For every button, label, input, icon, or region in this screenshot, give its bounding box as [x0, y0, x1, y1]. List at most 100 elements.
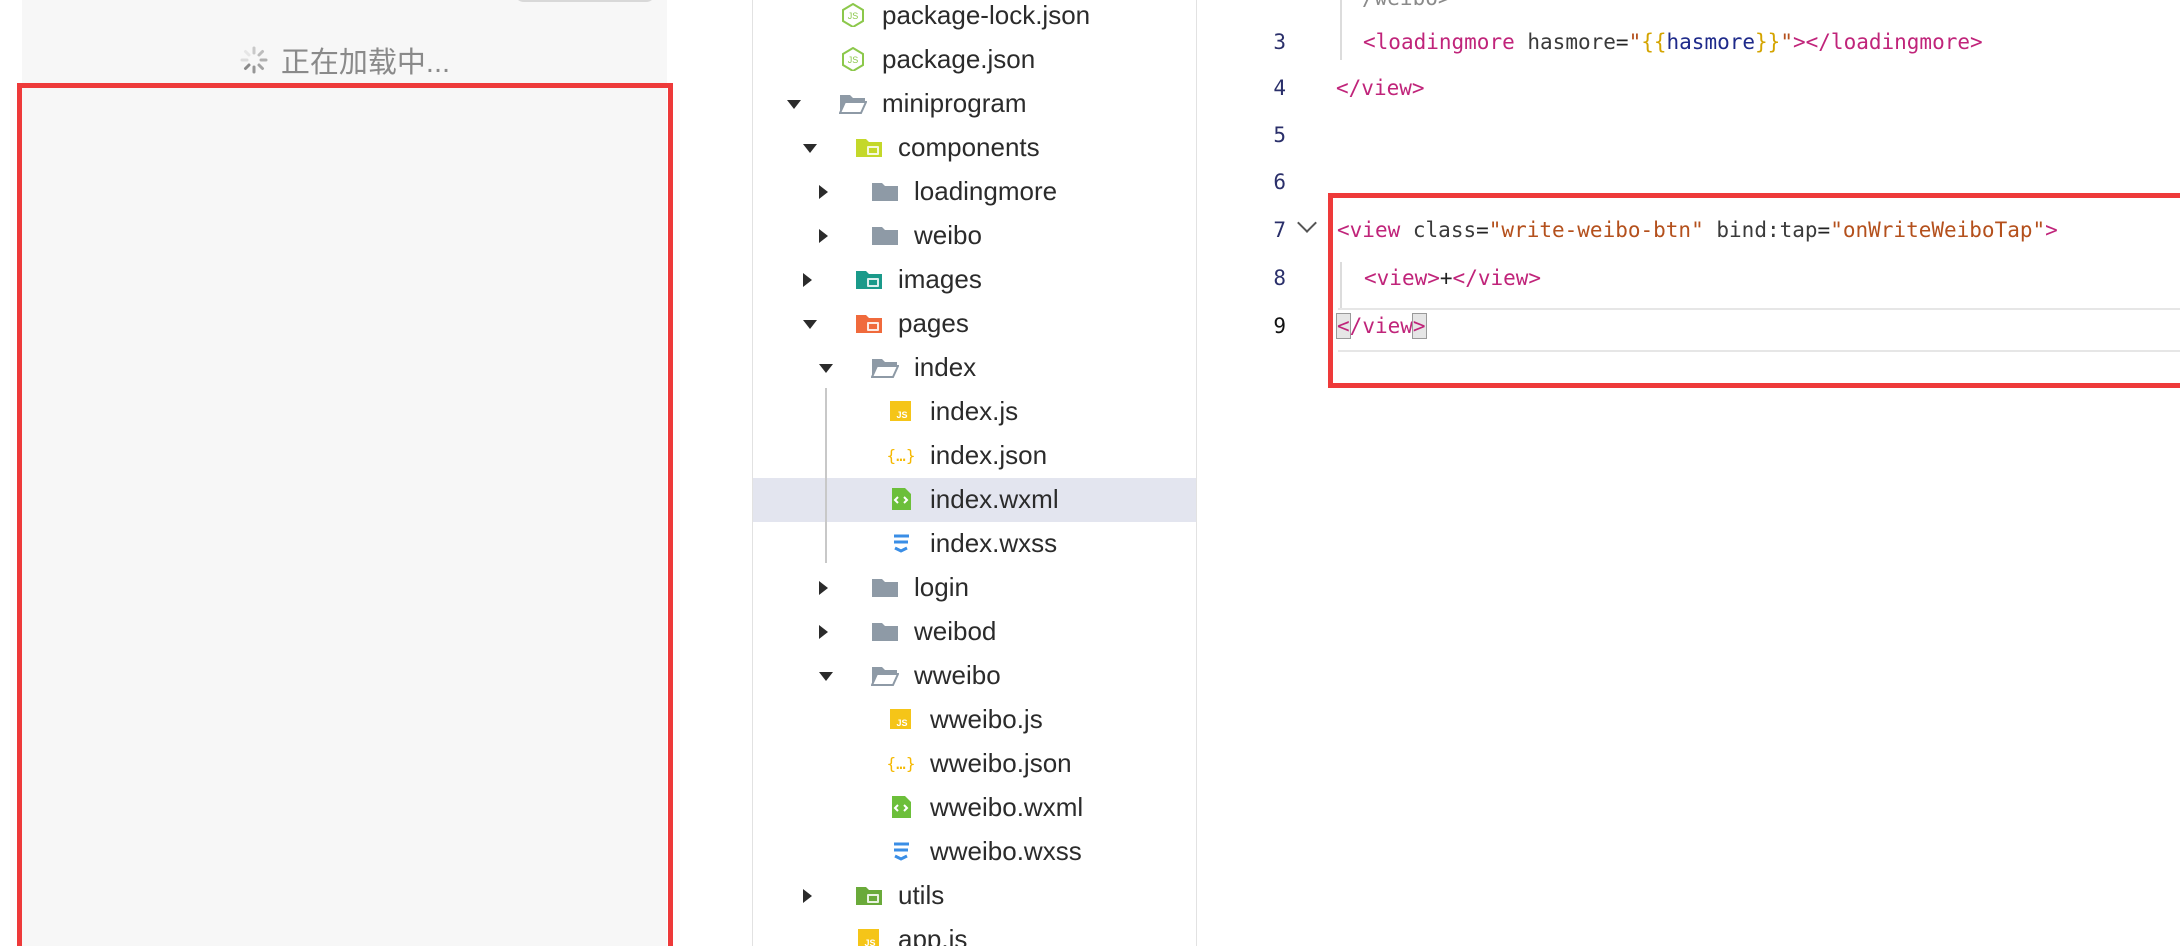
caret-right-icon[interactable]	[819, 229, 828, 243]
tree-item-label: wweibo.json	[930, 748, 1072, 778]
svg-text:JS: JS	[896, 410, 907, 420]
tree-item-label: package.json	[882, 44, 1036, 74]
tree-item-label: wweibo.wxss	[930, 836, 1082, 866]
utils-folder-icon	[855, 883, 883, 907]
line-number: 3	[1273, 30, 1286, 54]
caret-down-icon[interactable]	[819, 672, 833, 681]
folder-icon	[871, 575, 899, 599]
tree-folder-wweibo[interactable]: wweibo	[753, 654, 1196, 698]
tree-file-package-lock-json[interactable]: JS package-lock.json	[753, 0, 1196, 38]
caret-down-icon[interactable]	[803, 144, 817, 153]
js-file-icon: JS	[887, 399, 915, 423]
nodejs-file-icon: JS	[839, 46, 867, 73]
images-folder-icon	[855, 267, 883, 291]
pages-folder-icon	[855, 311, 883, 335]
folder-icon	[871, 619, 899, 643]
line-number: 8	[1273, 266, 1286, 290]
tree-file-index-wxml[interactable]: index.wxml	[753, 478, 1196, 522]
tree-folder-miniprogram[interactable]: miniprogram	[753, 82, 1196, 126]
json-file-icon: {…}	[887, 443, 916, 467]
line-number: 6	[1273, 170, 1286, 194]
simulator-panel: 正在加载中...	[0, 0, 756, 946]
code-line-4: </view>	[1336, 76, 1425, 100]
folder-icon	[871, 223, 899, 247]
loading-text: 正在加载中...	[280, 47, 451, 79]
tree-item-label: pages	[898, 308, 969, 338]
tree-file-index-json[interactable]: {…} index.json	[753, 434, 1196, 478]
tree-item-label: index	[914, 352, 977, 382]
svg-text:JS: JS	[864, 938, 875, 946]
folder-open-icon	[870, 355, 900, 379]
tree-indent-guide	[825, 388, 827, 563]
tree-item-label: weibo	[914, 220, 982, 250]
tree-folder-index[interactable]: index	[753, 346, 1196, 390]
folder-icon	[871, 179, 899, 203]
tree-file-app-js[interactable]: JS app.js	[753, 918, 1196, 946]
caret-right-icon[interactable]	[803, 273, 812, 287]
nodejs-file-icon: JS	[839, 2, 867, 29]
tree-item-label: package-lock.json	[882, 0, 1091, 30]
svg-text:JS: JS	[848, 55, 859, 65]
folder-open-icon	[870, 663, 900, 687]
svg-text:{…}: {…}	[887, 754, 915, 773]
tree-file-wweibo-json[interactable]: {…} wweibo.json	[753, 742, 1196, 786]
code-editor[interactable]: /weibo> 3 <loadingmore hasmore="{{hasmor…	[1198, 0, 2180, 946]
folder-open-icon	[838, 91, 868, 115]
tree-item-label: app.js	[898, 924, 968, 946]
tree-folder-images[interactable]: images	[753, 258, 1196, 302]
tree-item-label: index.wxml	[930, 484, 1059, 514]
tree-item-label: index.wxss	[930, 528, 1058, 558]
tree-folder-loadingmore[interactable]: loadingmore	[753, 170, 1196, 214]
tree-folder-weibo[interactable]: weibo	[753, 214, 1196, 258]
line-number: 7	[1273, 218, 1286, 242]
tree-file-wweibo-wxss[interactable]: wweibo.wxss	[753, 830, 1196, 874]
components-folder-icon	[855, 135, 883, 159]
tree-file-index-js[interactable]: JS index.js	[753, 390, 1196, 434]
js-file-icon: JS	[887, 707, 915, 731]
wxss-file-icon	[887, 531, 915, 555]
code-line-3: <loadingmore hasmore="{{hasmore}}"></loa…	[1363, 30, 1983, 54]
json-file-icon: {…}	[887, 751, 916, 775]
line-number: 5	[1273, 123, 1286, 147]
tree-item-label: index.json	[930, 440, 1048, 470]
tree-folder-pages[interactable]: pages	[753, 302, 1196, 346]
capsule-button[interactable]	[514, 0, 656, 2]
tree-folder-components[interactable]: components	[753, 126, 1196, 170]
file-explorer: JS package-lock.json JS package.json minipro…	[752, 0, 1197, 946]
caret-right-icon[interactable]	[803, 889, 812, 903]
tree-item-label: miniprogram	[882, 88, 1027, 118]
highlight-box	[17, 83, 673, 946]
tree-folder-login[interactable]: login	[753, 566, 1196, 610]
tree-item-label: utils	[898, 880, 945, 910]
caret-down-icon[interactable]	[803, 320, 817, 329]
tree-folder-weibod[interactable]: weibod	[753, 610, 1196, 654]
tree-file-index-wxss[interactable]: index.wxss	[753, 522, 1196, 566]
tree-file-wweibo-js[interactable]: JS wweibo.js	[753, 698, 1196, 742]
loading-indicator: 正在加载中...	[22, 40, 667, 80]
tree-item-label: index.js	[930, 396, 1019, 426]
svg-text:JS: JS	[896, 718, 907, 728]
wxml-file-icon	[887, 487, 915, 511]
tree-item-label: weibod	[914, 616, 997, 646]
tree-item-label: images	[898, 264, 982, 294]
caret-right-icon[interactable]	[819, 185, 828, 199]
line-number-current: 9	[1273, 314, 1286, 338]
tree-item-label: loadingmore	[914, 176, 1058, 206]
tree-file-wweibo-wxml[interactable]: wweibo.wxml	[753, 786, 1196, 830]
caret-right-icon[interactable]	[819, 625, 828, 639]
tree-item-label: components	[898, 132, 1040, 162]
js-file-icon: JS	[855, 927, 883, 946]
line-number: 4	[1273, 76, 1286, 100]
tree-file-package-json[interactable]: JS package.json	[753, 38, 1196, 82]
tree-folder-utils[interactable]: utils	[753, 874, 1196, 918]
tree-item-label: login	[914, 572, 969, 602]
tree-item-label: wweibo.js	[930, 704, 1043, 734]
svg-text:{…}: {…}	[887, 446, 915, 465]
caret-down-icon[interactable]	[819, 364, 833, 373]
highlight-box	[1328, 193, 2180, 388]
caret-right-icon[interactable]	[819, 581, 828, 595]
caret-down-icon[interactable]	[787, 100, 801, 109]
code-line-partial: /weibo>	[1362, 0, 1451, 10]
indent-guide	[1340, 0, 1342, 60]
wxss-file-icon	[887, 839, 915, 863]
